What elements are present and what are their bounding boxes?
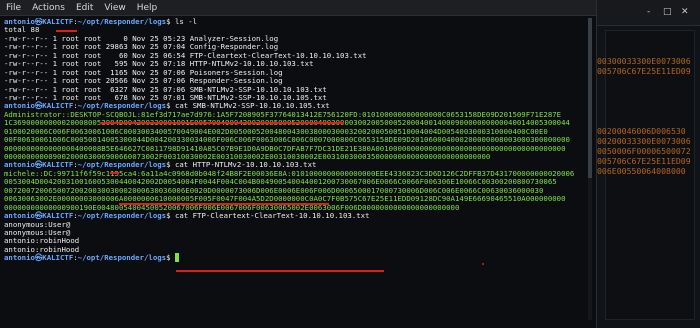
command-output-line: anonymous:User@ — [4, 227, 71, 237]
menu-bar: File Actions Edit View Help — [0, 0, 596, 16]
menu-actions[interactable]: Actions — [32, 3, 65, 13]
background-text-line — [597, 116, 697, 126]
background-text-line — [597, 106, 697, 116]
background-text-line — [597, 76, 697, 86]
annotation-underline — [110, 172, 119, 174]
scrollbar-thumb[interactable] — [588, 18, 592, 178]
background-text-line: 00300033300E0073006 — [597, 56, 691, 66]
prompt-path: ~/opt/Responder/logs — [77, 18, 167, 26]
prompt-path: ~/opt/Responder/logs — [77, 253, 167, 263]
command-output-line: anonymous:User@ — [4, 219, 71, 229]
minimize-icon[interactable]: - — [647, 7, 650, 17]
menu-help[interactable]: Help — [137, 3, 158, 13]
background-window-text: 00300033300E0073006 005706C67E25E11ED09 0… — [597, 56, 697, 176]
menu-view[interactable]: View — [104, 3, 125, 13]
maximize-icon[interactable]: □ — [663, 7, 672, 17]
background-text-line: 005706C67E25E11ED09 — [597, 156, 691, 166]
command-output-line: antonio:robinHood — [4, 236, 80, 246]
menu-file[interactable]: File — [6, 3, 21, 13]
cursor — [174, 253, 180, 263]
prompt-symbol: $ — [166, 253, 175, 263]
background-text-line — [597, 86, 697, 96]
prompt-user: antonio㉿KALICTF — [4, 253, 74, 263]
background-text-line: 0050006F00006500072 — [597, 146, 691, 156]
prompt-user: antonio㉿KALICTF — [4, 211, 74, 221]
terminal-prompt-line: antonio㉿KALICTF:~/opt/Responder/logs$ — [4, 253, 586, 263]
close-icon[interactable]: ✕ — [681, 7, 689, 17]
annotation-underline — [56, 30, 77, 32]
terminal-prompt-line: antonio㉿KALICTF:~/opt/Responder/logs$ ca… — [4, 211, 586, 221]
annotation-underline — [119, 203, 329, 205]
background-window-titlebar: - □ ✕ — [597, 0, 700, 26]
background-terminal-window: - □ ✕ 00300033300E0073006 005706C67E25E11… — [596, 0, 700, 328]
background-text-line: 00200046006D006530 — [597, 126, 686, 136]
background-text-line: 006E00550064008000 — [597, 166, 686, 176]
background-text-line — [597, 96, 697, 106]
terminal-scrollbar[interactable] — [588, 18, 592, 320]
terminal-prompt-line: antonio㉿KALICTF:~/opt/Responder/logs$ ls… — [4, 18, 586, 26]
annotation-mark — [482, 263, 484, 265]
annotation-underline — [176, 270, 384, 272]
terminal-window[interactable]: File Actions Edit View Help antonio㉿KALI… — [0, 0, 596, 328]
background-text-line: 005706C67E25E11ED09 — [597, 66, 691, 76]
typed-command: ls -l — [174, 18, 198, 26]
prompt-symbol: $ — [166, 211, 175, 221]
terminal-output[interactable]: antonio㉿KALICTF:~/opt/Responder/logs$ ls… — [4, 18, 586, 324]
typed-command: cat FTP-Cleartext-ClearText-10.10.10.103… — [174, 211, 370, 221]
annotation-underline — [100, 122, 344, 124]
menu-edit[interactable]: Edit — [76, 3, 93, 13]
prompt-symbol: $ — [166, 18, 175, 26]
background-text-line: 00200033300E0073006 — [597, 136, 691, 146]
prompt-path: ~/opt/Responder/logs — [77, 211, 167, 221]
